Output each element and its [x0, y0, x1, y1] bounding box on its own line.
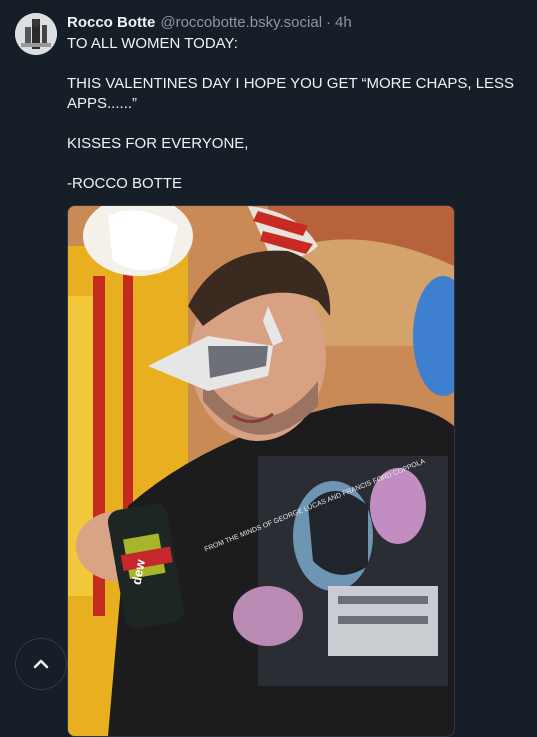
post-line: TO ALL WOMEN TODAY: [67, 35, 238, 52]
post-time[interactable]: 4h [335, 14, 352, 31]
author-name[interactable]: Rocco Botte [67, 14, 155, 31]
post-line: -ROCCO BOTTE [67, 175, 182, 192]
author-handle[interactable]: @roccobotte.bsky.social [160, 14, 322, 31]
post: Rocco Botte @roccobotte.bsky.social · 4h TO… [0, 0, 537, 737]
post-line: KISSES FOR EVERYONE, [67, 135, 249, 152]
avatar[interactable] [15, 13, 57, 55]
scroll-to-top-button[interactable] [15, 638, 67, 690]
post-line: THIS VALENTINES DAY I HOPE YOU GET “MORE… [67, 75, 515, 112]
chevron-up-icon [33, 659, 49, 669]
post-image[interactable]: dew FROM THE MINDS OF GEORGE LUCAS AND F… [67, 205, 455, 737]
separator: · [326, 14, 332, 31]
avatar-image [15, 13, 57, 55]
post-header: Rocco Botte @roccobotte.bsky.social · 4h [67, 13, 527, 33]
post-body: TO ALL WOMEN TODAY: THIS VALENTINES DAY … [67, 34, 527, 214]
photo-illustration: dew FROM THE MINDS OF GEORGE LUCAS AND F… [68, 206, 454, 736]
